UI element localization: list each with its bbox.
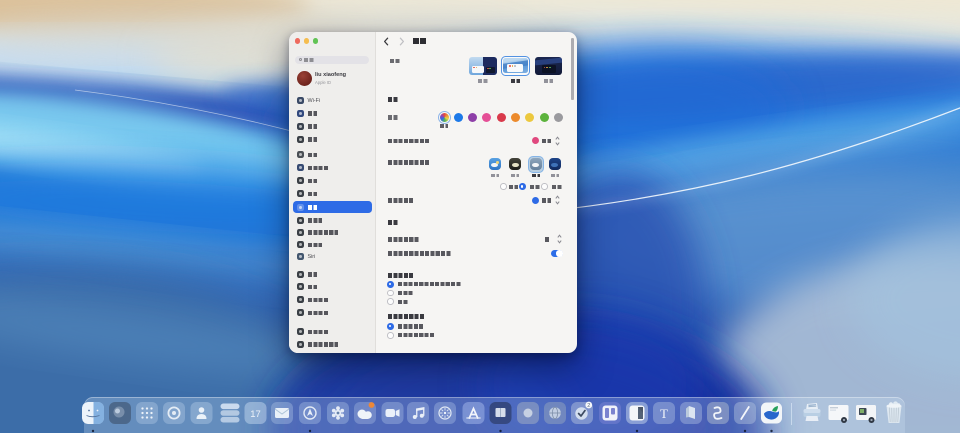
svg-text:2: 2	[587, 403, 590, 409]
svg-text:17: 17	[250, 409, 261, 420]
svg-text:T: T	[660, 406, 668, 421]
